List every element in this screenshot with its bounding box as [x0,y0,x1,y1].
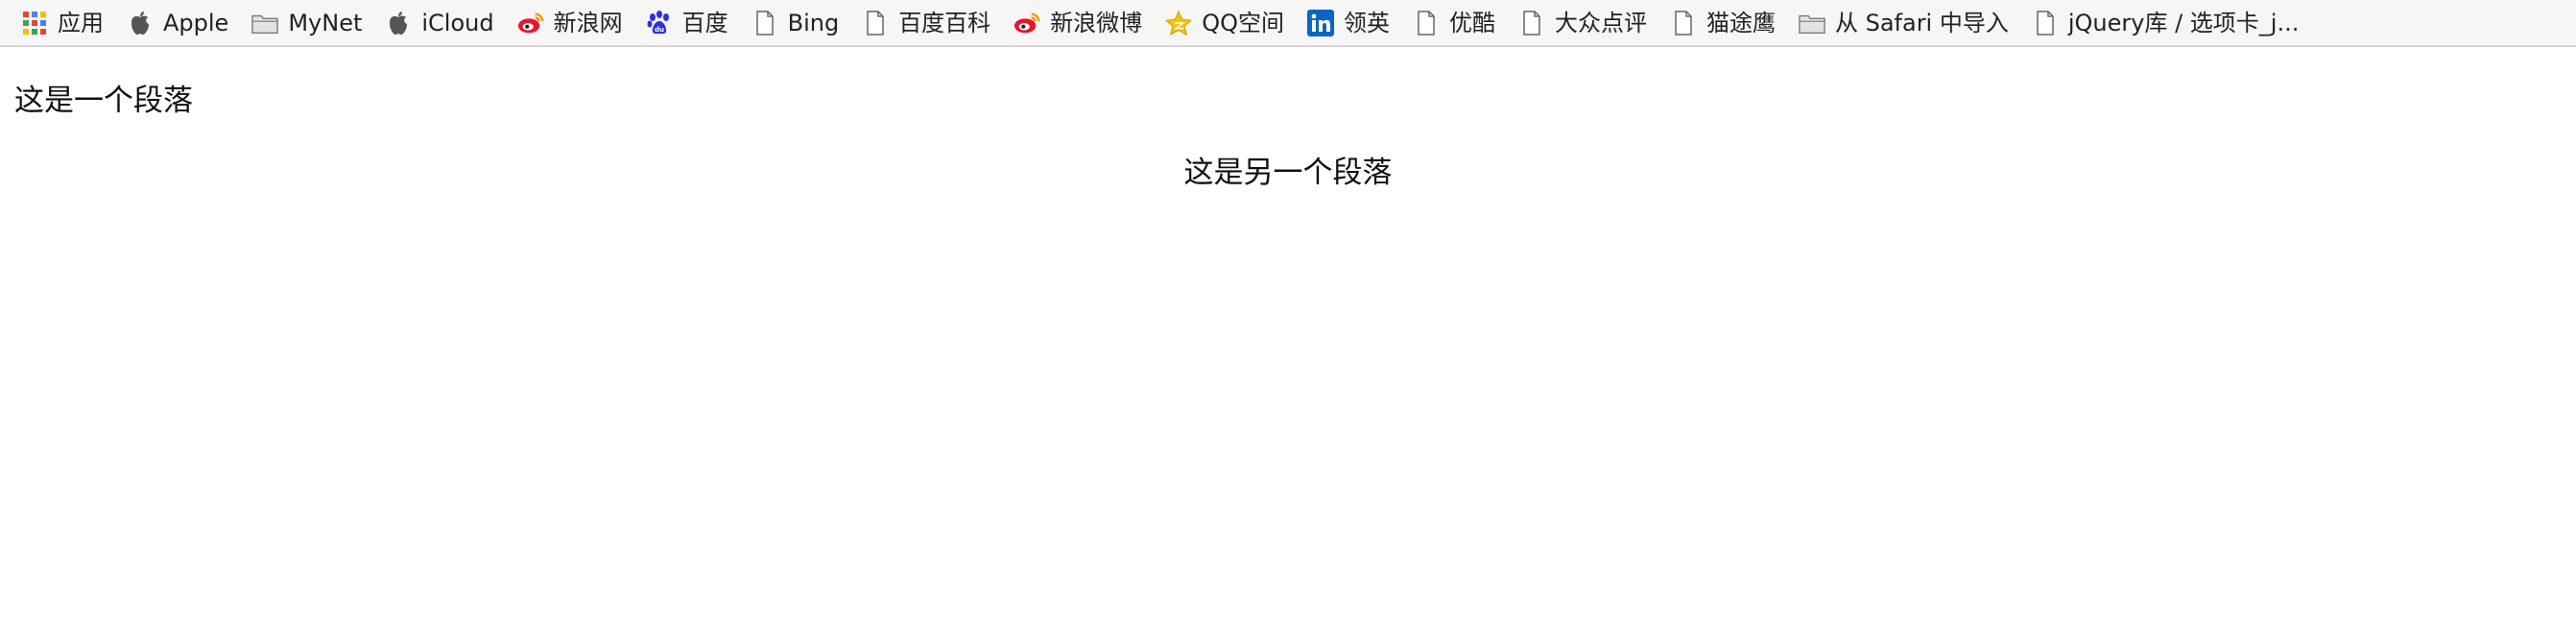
bookmark-baidu-baike[interactable]: 百度百科 [862,4,1004,42]
bookmarks-bar: 应用 Apple MyNet iCloud 新浪网 du 百度 Bing 百度百… [0,0,2576,47]
bookmark-tripadvisor[interactable]: 猫途鹰 [1670,4,1789,42]
svg-text:du: du [655,26,664,34]
bookmark-label: jQuery库 / 选项卡_j... [2067,9,2300,36]
bookmark-bing[interactable]: Bing [751,4,853,42]
bookmark-label: 猫途鹰 [1705,9,1776,36]
bookmark-label: 领英 [1343,9,1390,36]
bookmark-label: 百度 [681,9,728,36]
bookmark-baidu[interactable]: du 百度 [646,4,742,42]
paragraph-2-centered: 这是另一个段落 [1183,156,1393,190]
page-icon [751,10,778,36]
bookmark-label: 应用 [58,9,104,36]
bookmark-folder-safari-import[interactable]: 从 Safari 中导入 [1799,4,2022,42]
bookmark-linkedin[interactable]: 领英 [1306,4,1403,42]
apps-grid-icon [21,10,48,36]
bookmark-label: iCloud [421,9,494,36]
page-icon [2032,10,2059,36]
bookmark-label: QQ空间 [1202,9,1284,36]
bookmark-label: Apple [163,9,229,36]
paragraph-1: 这是一个段落 [14,84,193,118]
apple-icon [385,10,412,36]
bookmark-jquery[interactable]: jQuery库 / 选项卡_j... [2032,4,2313,42]
page-content: 这是一个段落 这是另一个段落 [0,47,2576,626]
bookmark-apple[interactable]: Apple [127,4,242,42]
bookmark-label: 百度百科 [898,9,991,36]
bookmark-label: 新浪网 [553,9,623,36]
bookmark-label: 从 Safari 中导入 [1834,9,2009,36]
bookmark-sina[interactable]: 新浪网 [517,4,636,42]
bookmark-label: 新浪微博 [1050,9,1143,36]
bookmark-icloud[interactable]: iCloud [385,4,507,42]
apple-icon [127,10,154,36]
bookmark-label: 大众点评 [1554,9,1647,36]
weibo-icon [517,10,544,36]
bookmark-weibo[interactable]: 新浪微博 [1014,4,1156,42]
page-icon [1413,10,1440,36]
weibo-icon [1014,10,1040,36]
page-icon [1518,10,1545,36]
folder-icon [1799,10,1825,36]
bookmark-youku[interactable]: 优酷 [1413,4,1509,42]
linkedin-icon [1306,9,1334,36]
page-icon [862,10,889,36]
bookmark-dianping[interactable]: 大众点评 [1518,4,1660,42]
bookmark-label: MyNet [288,9,363,36]
bookmark-label: Bing [787,9,840,36]
star-icon [1165,10,1193,36]
bookmark-apps[interactable]: 应用 [21,4,117,42]
bookmark-qzone[interactable]: QQ空间 [1165,4,1298,42]
page-icon [1670,10,1697,36]
bookmark-label: 优酷 [1448,9,1495,36]
folder-icon [251,10,279,36]
baidu-paw-icon: du [646,10,673,36]
bookmark-folder-mynet[interactable]: MyNet [251,4,375,42]
